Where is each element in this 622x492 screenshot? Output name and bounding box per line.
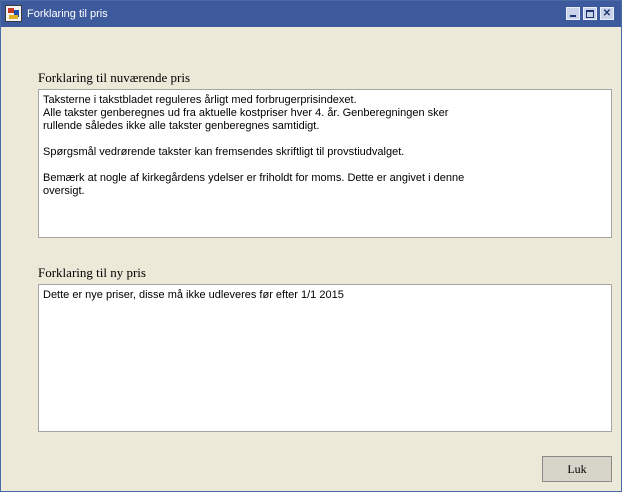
- dialog-window: Forklaring til pris ✕ Forklaring til nuv…: [0, 0, 622, 492]
- title-bar[interactable]: Forklaring til pris ✕: [1, 1, 621, 27]
- current-price-line: Spørgsmål vedrørende takster kan fremsen…: [43, 146, 405, 158]
- current-price-line: Bemærk at nogle af kirkegårdens ydelser …: [43, 172, 465, 184]
- current-price-line: Taksterne i takstbladet reguleres årligt…: [43, 94, 357, 106]
- close-icon[interactable]: ✕: [600, 7, 614, 20]
- close-button-label: Luk: [567, 461, 587, 476]
- current-price-textarea[interactable]: Taksterne i takstbladet reguleres årligt…: [38, 89, 612, 238]
- close-button[interactable]: Luk: [542, 456, 612, 482]
- current-price-line: Alle takster genberegnes ud fra aktuelle…: [43, 107, 449, 119]
- new-price-text: Dette er nye priser, disse må ikke udlev…: [43, 289, 344, 301]
- current-price-line: oversigt.: [43, 185, 85, 197]
- new-price-label: Forklaring til ny pris: [38, 265, 146, 280]
- new-price-textarea[interactable]: Dette er nye priser, disse må ikke udlev…: [38, 284, 612, 432]
- window-title: Forklaring til pris: [27, 8, 108, 20]
- minimize-icon[interactable]: [566, 7, 580, 20]
- current-price-label: Forklaring til nuværende pris: [38, 70, 191, 85]
- maximize-icon[interactable]: [583, 7, 597, 20]
- current-price-line: rullende således ikke alle takster genbe…: [43, 120, 320, 132]
- app-icon: [5, 5, 22, 22]
